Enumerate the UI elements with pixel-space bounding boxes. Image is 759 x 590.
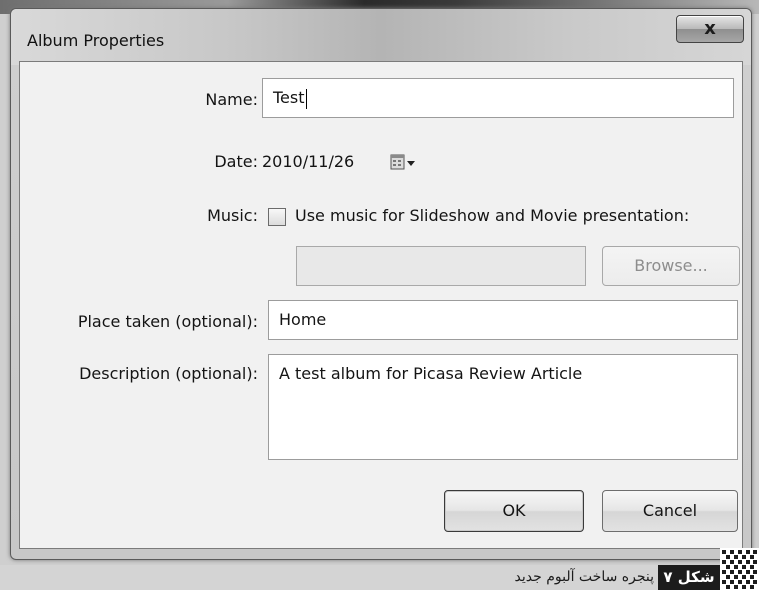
browse-button: Browse... [602,246,740,286]
calendar-dropdown-icon[interactable] [390,153,416,173]
date-picker[interactable]: 2010/11/26 [262,142,440,182]
music-checkbox[interactable] [268,208,286,226]
place-taken-label: Place taken (optional): [77,312,258,331]
album-properties-dialog: Album Properties x Name: Test Date: 2010… [10,8,752,560]
description-value: A test album for Picasa Review Article [279,364,583,383]
title-bar[interactable]: Album Properties x [11,9,751,65]
ok-button[interactable]: OK [444,490,584,532]
text-caret [305,88,307,109]
decorative-pattern-icon [720,548,759,590]
place-taken-value: Home [279,310,327,329]
music-checkbox-label[interactable]: Use music for Slideshow and Movie presen… [295,206,689,225]
dialog-title: Album Properties [27,31,165,50]
dialog-content: Name: Test Date: 2010/11/26 Music: Use m… [19,61,743,549]
date-value: 2010/11/26 [262,152,355,171]
description-textarea[interactable]: A test album for Picasa Review Article [268,354,738,460]
figure-caption-text: پنجره ساخت آلبوم جدید [514,569,655,585]
close-icon: x [704,18,716,39]
name-label: Name: [205,90,258,109]
name-input[interactable]: Test [262,78,734,118]
figure-label: شکل ۷ [658,565,720,590]
date-label: Date: [214,152,258,171]
screenshot-stage: Album Properties x Name: Test Date: 2010… [0,0,759,590]
name-input-value: Test [273,88,305,107]
cancel-button[interactable]: Cancel [602,490,738,532]
description-label: Description (optional): [79,364,258,383]
close-button[interactable]: x [676,15,744,43]
place-taken-input[interactable]: Home [268,300,738,340]
music-path-field [296,246,586,286]
music-label: Music: [207,206,258,225]
